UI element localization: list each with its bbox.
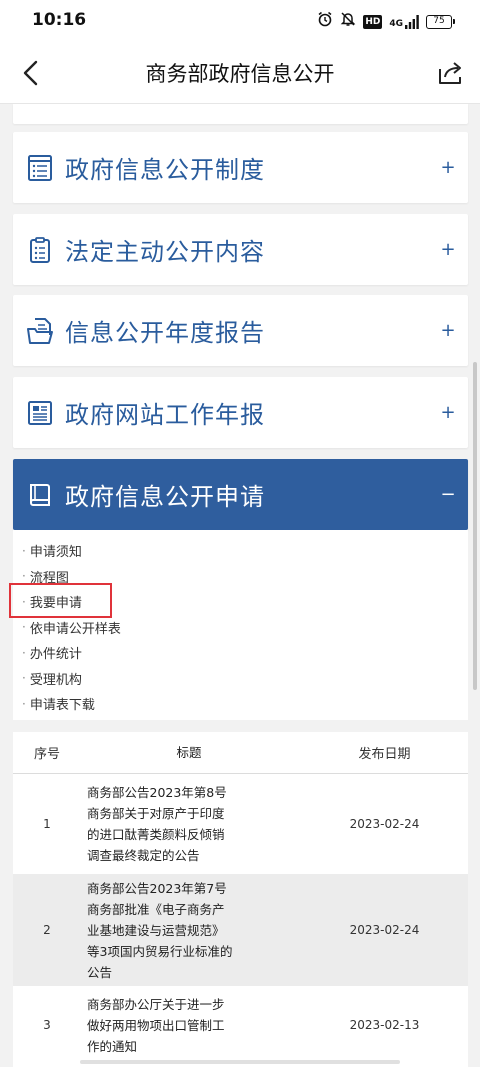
row-index: 3	[43, 1018, 51, 1032]
title-line: 公告	[87, 964, 113, 980]
row-index: 1	[43, 817, 51, 831]
expand-icon[interactable]: +	[428, 239, 468, 260]
section-info-system[interactable]: 政府信息公开制度 +	[13, 132, 468, 203]
section-label: 信息公开年度报告	[65, 319, 265, 347]
title-line: 作的通知	[87, 1038, 138, 1054]
sub-item-notice[interactable]: · 申请须知	[13, 538, 468, 564]
title-line: 商务部批准《电子商务产	[87, 901, 225, 917]
title-line: 商务部关于对原产于印度	[87, 806, 225, 821]
sub-item-label: 受理机构	[29, 672, 82, 688]
request-sub-menu: · 申请须知 · 流程图 · 我要申请 · 依申请公开样表 · 办件统计 · 受理机构 · 申…	[13, 530, 468, 720]
sub-item-agencies[interactable]: · 受理机构	[13, 666, 468, 692]
bullet-icon: ·	[22, 671, 26, 686]
highlight-box	[9, 583, 112, 618]
sub-item-statistics[interactable]: · 办件统计	[13, 640, 468, 666]
alarm-icon	[317, 11, 333, 32]
previous-card	[13, 104, 468, 124]
folder-doc-icon	[26, 317, 54, 345]
section-info-request[interactable]: 政府信息公开申请 −	[13, 459, 468, 530]
expand-icon[interactable]: +	[428, 320, 468, 341]
hd-badge: HD	[363, 14, 383, 29]
row-index: 2	[43, 923, 51, 937]
title-line: 做好两用物项出口管制工	[87, 1017, 225, 1033]
status-icons: HD 4G 75	[317, 11, 455, 32]
expand-icon[interactable]: +	[428, 402, 468, 423]
sub-item-label: 办件统计	[29, 647, 82, 663]
table-row[interactable]: 1 商务部公告2023年第8号 商务部关于对原产于印度 的进口酞菁类颜料反倾销 …	[13, 774, 468, 874]
section-legal-content[interactable]: 法定主动公开内容 +	[13, 214, 468, 285]
section-website-report[interactable]: 政府网站工作年报 +	[13, 377, 468, 448]
content-area[interactable]: 政府信息公开制度 + 法定主动公开内容 + 信息公开年度报告 + 政府网站工作年…	[0, 104, 480, 1067]
scrollbar[interactable]	[473, 362, 477, 690]
title-line: 的进口酞菁类颜料反倾销	[87, 827, 225, 842]
section-label: 政府信息公开申请	[65, 483, 265, 511]
row-date: 2023-02-24	[349, 817, 420, 831]
mute-bell-icon	[340, 11, 356, 32]
section-annual-report[interactable]: 信息公开年度报告 +	[13, 295, 468, 366]
newspaper-icon	[26, 399, 54, 427]
title-line: 业基地建设与运营规范》	[87, 922, 225, 938]
bullet-icon: ·	[22, 569, 26, 584]
page-title: 商务部政府信息公开	[145, 62, 335, 86]
table-row[interactable]: 2 商务部公告2023年第7号 商务部批准《电子商务产 业基地建设与运营规范》 …	[13, 874, 468, 986]
sub-item-label: 申请表下载	[29, 698, 95, 714]
book-icon	[26, 481, 54, 509]
title-line: 商务部办公厅关于进一步	[87, 996, 225, 1012]
sub-item-label: 依申请公开样表	[29, 621, 121, 637]
sub-item-form-download[interactable]: · 申请表下载	[13, 691, 468, 717]
expand-icon[interactable]: +	[428, 157, 468, 178]
title-line: 等3项国内贸易行业标准的	[87, 943, 233, 959]
sub-item-label: 申请须知	[29, 545, 82, 561]
list-doc-icon	[26, 154, 54, 182]
header-date: 发布日期	[358, 747, 411, 762]
network-type: 4G	[389, 18, 403, 29]
status-bar: 10:16 HD 4G 75	[0, 0, 480, 42]
section-label: 政府网站工作年报	[65, 401, 265, 429]
section-label: 法定主动公开内容	[65, 238, 265, 266]
clipboard-icon	[26, 236, 54, 264]
battery-icon: 75	[426, 14, 455, 29]
home-indicator[interactable]	[80, 1060, 400, 1064]
table-header: 序号 标题 发布日期	[13, 732, 468, 774]
title-line: 调查最终裁定的公告	[87, 848, 200, 863]
row-title[interactable]: 商务部办公厅关于进一步 做好两用物项出口管制工 作的通知	[81, 994, 301, 1057]
row-title[interactable]: 商务部公告2023年第7号 商务部批准《电子商务产 业基地建设与运营规范》 等3…	[81, 878, 301, 983]
share-icon	[439, 62, 461, 84]
row-date: 2023-02-13	[349, 1018, 420, 1032]
table-row[interactable]: 3 商务部办公厅关于进一步 做好两用物项出口管制工 作的通知 2023-02-1…	[13, 986, 468, 1064]
row-title[interactable]: 商务部公告2023年第8号 商务部关于对原产于印度 的进口酞菁类颜料反倾销 调查…	[81, 782, 301, 866]
bullet-icon: ·	[22, 645, 26, 660]
collapse-icon[interactable]: −	[428, 484, 468, 505]
announcement-table: 序号 标题 发布日期 1 商务部公告2023年第8号 商务部关于对原产于印度 的…	[13, 732, 468, 1067]
signal-icon: 4G	[389, 14, 419, 29]
title-line: 商务部公告2023年第7号	[87, 880, 227, 896]
share-button[interactable]	[434, 56, 468, 90]
header-index: 序号	[33, 747, 60, 762]
bullet-icon: ·	[22, 620, 26, 635]
bullet-icon: ·	[22, 696, 26, 711]
nav-bar: 商务部政府信息公开	[0, 42, 480, 104]
status-time: 10:16	[32, 10, 87, 30]
header-title: 标题	[176, 745, 202, 760]
title-line: 商务部公告2023年第8号	[87, 785, 227, 800]
sub-item-sample-form[interactable]: · 依申请公开样表	[13, 615, 468, 641]
row-date: 2023-02-24	[349, 923, 420, 937]
section-label: 政府信息公开制度	[65, 156, 265, 184]
bullet-icon: ·	[22, 543, 26, 558]
